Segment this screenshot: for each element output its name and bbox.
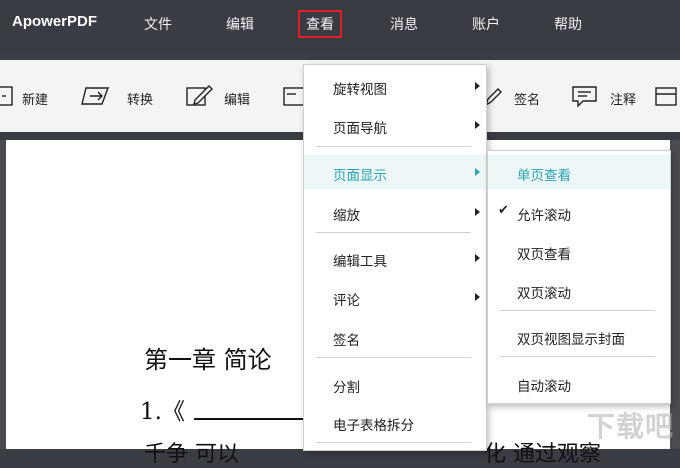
convert-icon [81,87,110,105]
menu-item-label: 签名 [333,333,360,349]
sign-button[interactable]: 签名 [480,85,550,108]
new-file-icon [0,86,13,106]
menu-item-label: 允许滚动 [517,208,571,224]
menu-item-label: 双页滚动 [517,286,571,302]
edit-button[interactable]: 编辑 [185,85,265,108]
menu-item-page-display[interactable]: 页面显示 [304,155,486,189]
menu-item-rotate-view[interactable]: 旋转视图 [304,69,486,103]
menu-item-comment[interactable]: 评论 [304,280,486,314]
menu-item-split[interactable]: 分割 [304,367,486,401]
convert-button[interactable]: 转换 [80,85,160,108]
new-label: 新建 [22,93,49,108]
edit-icon [186,85,213,106]
submenu-item-two-page[interactable]: 双页查看 [488,234,670,268]
checkmark-icon: ✔ [498,203,509,218]
submenu-item-single-page[interactable]: 单页查看 [488,155,670,189]
menu-item-label: 页面导航 [333,121,387,137]
menu-separator [500,310,655,311]
comment-label: 注释 [610,93,637,108]
menu-edit[interactable]: 编辑 [226,14,254,34]
submenu-item-auto-scroll[interactable]: 自动滚动 [488,366,670,400]
submenu-arrow-icon [475,208,480,216]
menu-item-label: 页面显示 [333,168,387,184]
menu-account[interactable]: 账户 [472,14,500,34]
submenu-arrow-icon [475,121,480,129]
menu-separator [316,357,471,358]
submenu-arrow-icon [475,168,480,176]
blank-underline [194,418,304,420]
menu-messages[interactable]: 消息 [390,14,418,34]
menu-bar: ApowerPDF 文件 编辑 查看 消息 账户 帮助 [0,0,680,50]
menu-item-label: 评论 [333,293,360,309]
new-button[interactable]: 新建 [0,85,60,108]
menu-item-label: 自动滚动 [517,379,571,395]
doc-line-3: 千争 可以 [144,442,239,467]
menu-item-sign[interactable]: 签名 [304,320,486,354]
menu-separator [500,356,655,357]
submenu-arrow-icon [475,254,480,262]
menu-file[interactable]: 文件 [144,14,172,34]
menu-item-spreadsheet-split[interactable]: 电子表格拆分 [304,405,486,439]
menu-item-label: 旋转视图 [333,82,387,98]
menu-item-label: 双页视图显示封面 [517,332,625,348]
submenu-item-two-page-cover[interactable]: 双页视图显示封面 [488,319,670,353]
menu-item-label: 缩放 [333,208,360,224]
menu-separator [316,232,471,233]
menu-item-edit-tools[interactable]: 编辑工具 [304,241,486,275]
watermark: 下载吧 [586,410,674,443]
menu-separator [316,146,471,147]
menu-item-page-navigation[interactable]: 页面导航 [304,108,486,142]
convert-label: 转换 [127,93,154,108]
comment-icon [572,86,597,107]
menu-help[interactable]: 帮助 [554,14,582,34]
edit-label: 编辑 [224,93,251,108]
chapter-heading: 第一章 简论 [144,346,272,374]
page-display-submenu: 单页查看 ✔ 允许滚动 双页查看 双页滚动 双页视图显示封面 自动滚动 [487,150,671,404]
menu-item-label: 单页查看 [517,168,571,184]
list-icon [655,87,677,106]
doc-line-3-right: 化 通过观察 [484,442,601,467]
menu-item-zoom[interactable]: 缩放 [304,195,486,229]
more-tool-button[interactable] [654,85,678,107]
menu-separator [316,442,471,443]
menu-item-label: 分割 [333,380,360,396]
view-menu: 旋转视图 页面导航 页面显示 缩放 编辑工具 评论 签名 分割 电子表格拆分 [303,64,487,451]
menu-item-label: 双页查看 [517,247,571,263]
comment-button[interactable]: 注释 [571,85,651,108]
menu-view[interactable]: 查看 [298,10,342,38]
app-brand: ApowerPDF [12,13,98,30]
submenu-arrow-icon [475,82,480,90]
submenu-item-allow-scroll[interactable]: ✔ 允许滚动 [488,195,670,229]
menu-item-label: 电子表格拆分 [333,418,414,434]
submenu-arrow-icon [475,293,480,301]
submenu-item-two-page-scroll[interactable]: 双页滚动 [488,273,670,307]
menu-item-label: 编辑工具 [333,254,387,270]
doc-line-2: 1.《 [140,399,185,425]
sign-label: 签名 [514,93,541,108]
